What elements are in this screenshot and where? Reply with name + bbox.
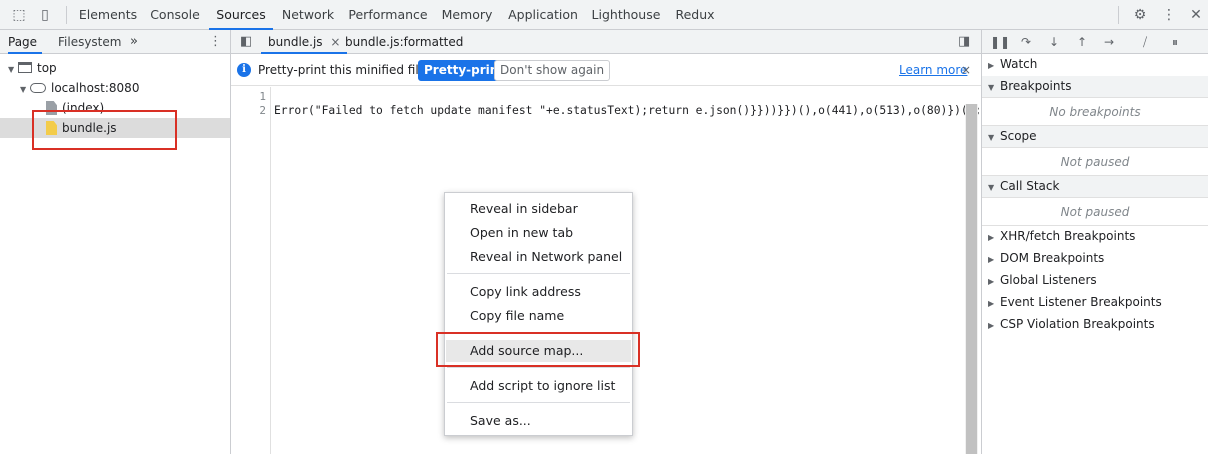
- tab-redux[interactable]: Redux: [670, 0, 720, 30]
- tab-elements[interactable]: Elements: [73, 0, 143, 30]
- menu-item-add-script-to-ignore-list[interactable]: Add script to ignore list: [446, 375, 631, 397]
- section-breakpoints[interactable]: ▼ Breakpoints: [982, 76, 1208, 98]
- toggle-debugger-icon[interactable]: ◨: [958, 30, 970, 54]
- section-xhr-breakpoints[interactable]: ▶ XHR/fetch Breakpoints: [982, 226, 1208, 248]
- close-tab-icon[interactable]: ×: [330, 35, 340, 49]
- no-breakpoints-text: No breakpoints: [982, 98, 1208, 126]
- line-number[interactable]: 2: [236, 104, 266, 117]
- learn-more-link[interactable]: Learn more: [899, 54, 967, 86]
- editor-tab-bundle-js-formatted[interactable]: bundle.js:formatted: [345, 30, 463, 54]
- editor-tabs: ◧ bundle.js × bundle.js:formatted ◨: [231, 30, 981, 54]
- triangle-right-icon: ▶: [988, 299, 995, 308]
- more-vertical-icon[interactable]: ⋮: [209, 30, 222, 54]
- cloud-icon: [30, 83, 46, 93]
- tree-item-top[interactable]: ▼ top: [0, 58, 230, 78]
- menu-separator: [447, 273, 630, 274]
- triangle-right-icon: ▶: [988, 321, 995, 330]
- close-icon[interactable]: ✕: [1187, 6, 1205, 24]
- frame-icon: [18, 62, 32, 73]
- tab-page[interactable]: Page: [8, 30, 42, 54]
- gear-icon[interactable]: ⚙: [1131, 6, 1149, 24]
- more-vertical-icon[interactable]: ⋮: [1160, 6, 1178, 24]
- menu-item-reveal-in-network-panel[interactable]: Reveal in Network panel: [446, 246, 631, 268]
- section-scope[interactable]: ▼ Scope: [982, 126, 1208, 148]
- section-call-stack[interactable]: ▼ Call Stack: [982, 176, 1208, 198]
- close-infobar-icon[interactable]: ×: [961, 54, 971, 86]
- scope-not-paused-text: Not paused: [982, 148, 1208, 176]
- triangle-down-icon: ▼: [988, 183, 995, 192]
- line-number-gutter: 1 2: [231, 87, 271, 454]
- section-watch[interactable]: ▶ Watch: [982, 54, 1208, 76]
- section-dom-breakpoints[interactable]: ▶ DOM Breakpoints: [982, 248, 1208, 270]
- tab-network[interactable]: Network: [276, 0, 340, 30]
- more-tabs-icon[interactable]: »: [130, 30, 138, 54]
- step-into-icon[interactable]: ↓: [1045, 33, 1063, 51]
- pause-on-exceptions-icon[interactable]: ⏸: [1166, 33, 1184, 51]
- toggle-navigator-icon[interactable]: ◧: [240, 30, 252, 54]
- vertical-scrollbar[interactable]: [965, 104, 978, 454]
- menu-item-reveal-in-sidebar[interactable]: Reveal in sidebar: [446, 198, 631, 220]
- tab-lighthouse[interactable]: Lighthouse: [588, 0, 664, 30]
- tab-console[interactable]: Console: [144, 0, 206, 30]
- tab-performance[interactable]: Performance: [345, 0, 431, 30]
- pretty-print-infobar: i Pretty-print this minified file? Prett…: [231, 54, 981, 86]
- dont-show-again-button[interactable]: Don't show again: [494, 60, 611, 81]
- tab-application[interactable]: Application: [503, 0, 583, 30]
- tab-filesystem[interactable]: Filesystem: [58, 30, 121, 54]
- section-global-listeners[interactable]: ▶ Global Listeners: [982, 270, 1208, 292]
- triangle-down-icon: ▼: [988, 133, 995, 142]
- step-icon[interactable]: →: [1100, 33, 1118, 51]
- devtools-toolbar: ⬚ ▯ Elements Console Sources Network Per…: [0, 0, 1208, 30]
- navigator-tabs: Page Filesystem » ⋮: [0, 30, 230, 54]
- step-out-icon[interactable]: ↑: [1073, 33, 1091, 51]
- tab-sources[interactable]: Sources: [209, 0, 273, 30]
- menu-separator: [447, 402, 630, 403]
- section-event-listener-breakpoints[interactable]: ▶ Event Listener Breakpoints: [982, 292, 1208, 314]
- line-number[interactable]: 1: [236, 90, 266, 103]
- section-csp-violation-breakpoints[interactable]: ▶ CSP Violation Breakpoints: [982, 314, 1208, 336]
- triangle-down-icon: ▼: [988, 83, 995, 92]
- editor-tab-bundle-js[interactable]: bundle.js ×: [261, 30, 348, 54]
- pause-icon[interactable]: ❚❚: [990, 33, 1010, 51]
- menu-item-copy-file-name[interactable]: Copy file name: [446, 305, 631, 327]
- menu-item-save-as[interactable]: Save as...: [446, 410, 631, 432]
- highlight-box-add-source-map: [436, 332, 640, 367]
- menu-item-open-in-new-tab[interactable]: Open in new tab: [446, 222, 631, 244]
- tab-memory[interactable]: Memory: [436, 0, 498, 30]
- triangle-right-icon: ▶: [988, 255, 995, 264]
- triangle-down-icon: ▼: [8, 65, 15, 74]
- debugger-toolbar: ❚❚ ↷ ↓ ↑ → ⧸ ⏸: [982, 30, 1208, 54]
- context-menu: Reveal in sidebar Open in new tab Reveal…: [444, 192, 633, 436]
- menu-item-copy-link-address[interactable]: Copy link address: [446, 281, 631, 303]
- highlight-box-bundle-js: [32, 110, 177, 150]
- triangle-right-icon: ▶: [988, 61, 995, 70]
- inspect-icon[interactable]: ⬚: [10, 6, 28, 24]
- step-over-icon[interactable]: ↷: [1017, 33, 1035, 51]
- debugger-panel: ❚❚ ↷ ↓ ↑ → ⧸ ⏸ ▶ Watch ▼ Breakpoints No br…: [981, 30, 1208, 454]
- call-stack-not-paused-text: Not paused: [982, 198, 1208, 226]
- device-toggle-icon[interactable]: ▯: [36, 6, 54, 24]
- triangle-right-icon: ▶: [988, 233, 995, 242]
- triangle-down-icon: ▼: [20, 85, 27, 94]
- tree-item-localhost[interactable]: ▼ localhost:8080: [0, 78, 230, 98]
- menu-separator: [447, 367, 630, 368]
- info-icon: i: [237, 63, 251, 77]
- navigator-panel: Page Filesystem » ⋮ ▼ top ▼ localhost:8080…: [0, 30, 231, 454]
- code-line-2[interactable]: Error("Failed to fetch update manifest "…: [274, 104, 981, 117]
- deactivate-breakpoints-icon[interactable]: ⧸: [1136, 33, 1154, 51]
- scrollbar-thumb[interactable]: [966, 104, 977, 454]
- infobar-message: Pretty-print this minified file?: [258, 63, 433, 77]
- triangle-right-icon: ▶: [988, 277, 995, 286]
